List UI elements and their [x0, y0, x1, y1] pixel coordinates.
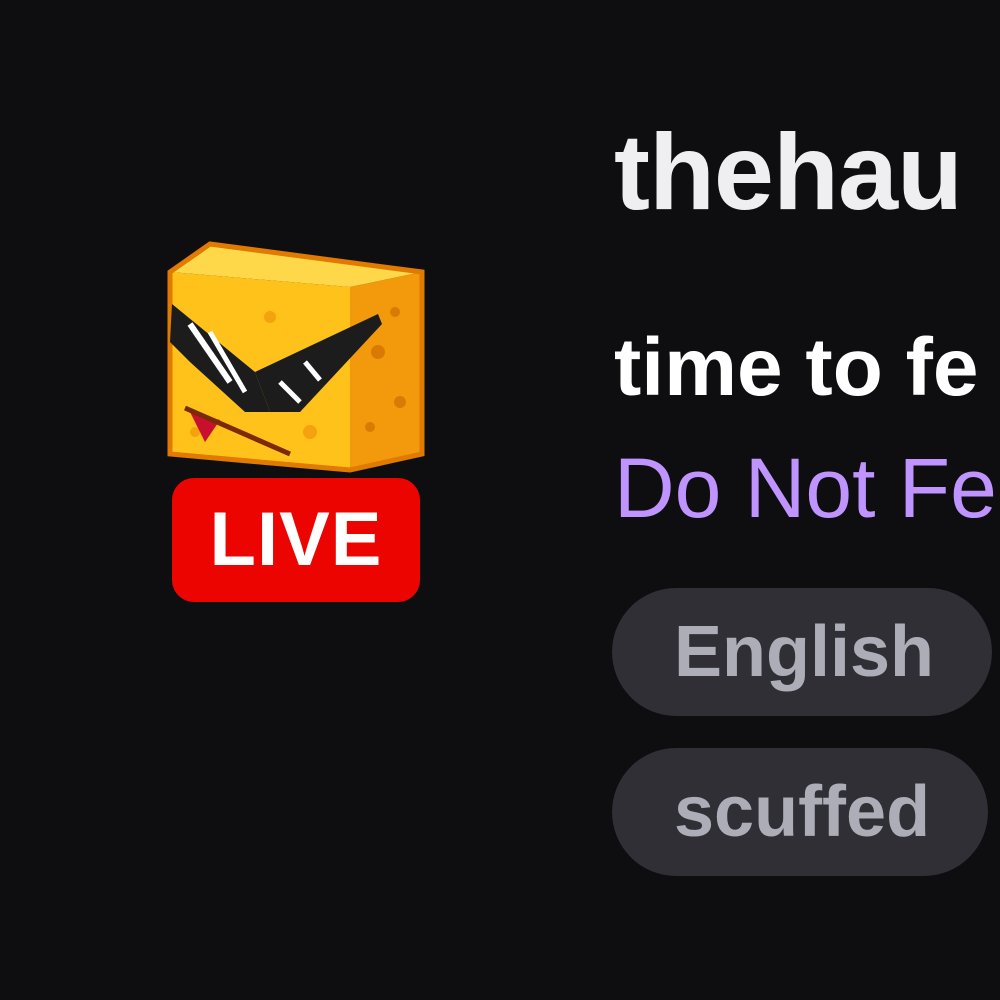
channel-avatar[interactable]: [150, 232, 440, 482]
stream-info: thehau time to fe Do Not Fe English scuf…: [612, 0, 1000, 1000]
stream-card: LIVE thehau time to fe Do Not Fe English…: [0, 0, 1000, 1000]
channel-name-link[interactable]: thehau: [614, 112, 963, 232]
category-link[interactable]: Do Not Fe: [614, 438, 997, 538]
cheese-avatar-icon: [167, 241, 425, 473]
live-badge: LIVE: [172, 478, 420, 602]
stream-title: time to fe: [614, 322, 979, 413]
tag-scuffed[interactable]: scuffed: [612, 748, 989, 876]
tag-english[interactable]: English: [612, 588, 993, 716]
